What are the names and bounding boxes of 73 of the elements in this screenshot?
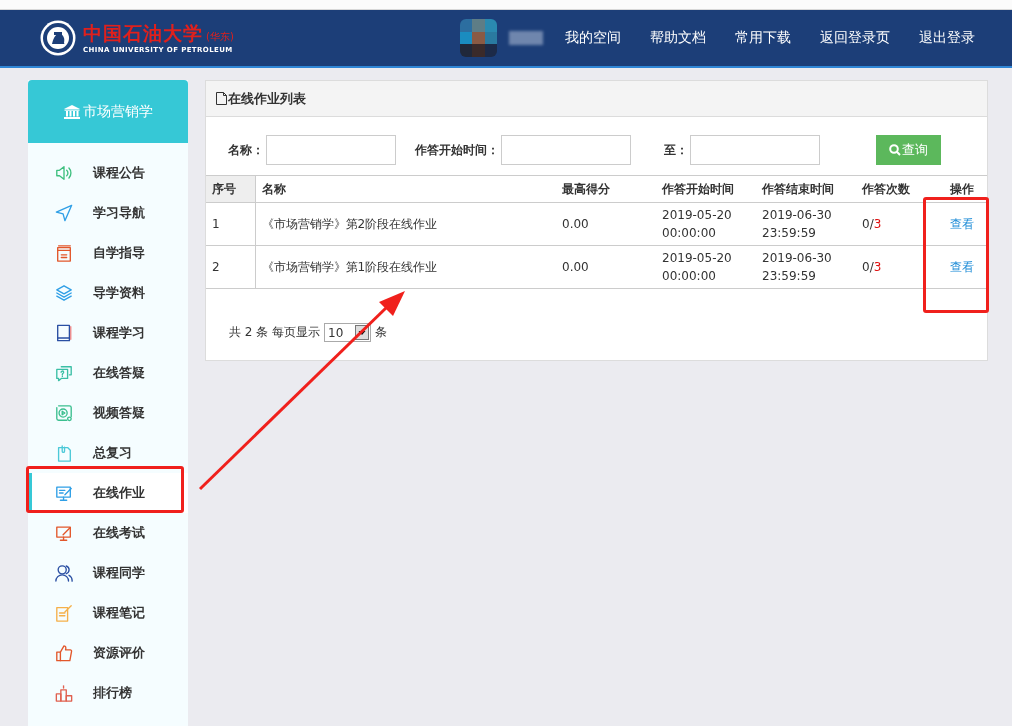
nav-link[interactable]: 常用下载 <box>735 29 791 47</box>
row-number-cell: 2 <box>206 245 255 289</box>
nav-link[interactable]: 返回登录页 <box>820 29 890 47</box>
layers-icon <box>55 284 73 302</box>
nav-link[interactable]: 退出登录 <box>919 29 975 47</box>
search-icon <box>889 144 901 156</box>
view-link[interactable]: 查看 <box>949 216 974 231</box>
start-time-text: 2019-05-20 00:00:00 <box>662 250 733 285</box>
row-number-cell: 1 <box>206 202 255 246</box>
document-icon <box>55 244 73 262</box>
note-pen-icon <box>55 604 73 622</box>
sidebar-item[interactable]: 课程同学 <box>28 553 188 593</box>
sidebar-item[interactable]: 视频答疑 <box>28 393 188 433</box>
sidebar-item[interactable]: 排行榜 <box>28 673 188 713</box>
monitor-pen-icon <box>55 484 73 502</box>
input-field[interactable] <box>266 135 396 165</box>
speaker-icon <box>55 164 73 182</box>
institution-icon <box>63 104 80 119</box>
course-title: 市场营销学 <box>82 102 153 121</box>
column-header: 序号 <box>206 175 255 203</box>
end-time-text: 2019-06-30 23:59:59 <box>762 250 833 285</box>
page-icon <box>216 92 227 105</box>
sidebar-item[interactable]: 课程公告 <box>28 153 188 193</box>
sidebar-item[interactable]: 课程笔记 <box>28 593 188 633</box>
users-icon <box>55 564 73 582</box>
blurred-username <box>509 31 543 45</box>
column-header: 作答次数 <box>856 175 936 203</box>
assignment-name-cell: 《市场营销学》第1阶段在线作业 <box>255 245 556 289</box>
view-link[interactable]: 查看 <box>949 259 974 274</box>
start-time-text: 2019-05-20 00:00:00 <box>662 207 733 242</box>
video-play-icon <box>55 404 73 422</box>
university-emblem-icon <box>40 20 76 56</box>
pixelated-avatar <box>460 19 497 57</box>
sidebar-item[interactable]: 在线答疑 <box>28 353 188 393</box>
sidebar-item[interactable]: 资源评价 <box>28 633 188 673</box>
nav-link[interactable]: 我的空间 <box>565 29 621 47</box>
thumbs-up-icon <box>55 644 73 662</box>
column-header: 名称 <box>255 175 556 203</box>
sidebar-item[interactable]: 课程学习 <box>28 313 188 353</box>
column-header: 作答开始时间 <box>656 175 756 203</box>
question-chat-icon <box>55 364 73 382</box>
attempts-count: 0/3 <box>862 217 882 231</box>
sidebar-item[interactable]: 自学指导 <box>28 233 188 273</box>
attempts-count: 0/3 <box>862 260 882 274</box>
podium-icon <box>55 684 73 702</box>
column-header: 作答结束时间 <box>756 175 856 203</box>
clipboard-icon <box>55 444 73 462</box>
input-field[interactable] <box>501 135 631 165</box>
sidebar-item[interactable]: 在线考试 <box>28 513 188 553</box>
assignment-name-cell: 《市场营销学》第2阶段在线作业 <box>255 202 556 246</box>
sidebar-item[interactable]: 在线作业 <box>28 473 188 513</box>
column-header: 最高得分 <box>556 175 656 203</box>
campus-label: (华东) <box>206 30 234 44</box>
sidebar-item[interactable]: 导学资料 <box>28 273 188 313</box>
page-size-select[interactable]: 10 <box>324 323 372 342</box>
filter-label: 名称： <box>228 141 264 159</box>
column-header: 操作 <box>936 175 987 203</box>
sidebar-item[interactable]: 总复习 <box>28 433 188 473</box>
university-name-chinese: 中国石油大学 <box>83 22 203 44</box>
navigation-arrow-icon <box>55 204 73 222</box>
best-score-cell: 0.00 <box>556 245 656 289</box>
pagination-summary: 共 2 条 每页显示 <box>229 324 321 341</box>
monitor-pen-icon <box>55 524 73 542</box>
filter-label: 作答开始时间： <box>415 141 499 159</box>
pagination-suffix: 条 <box>375 324 388 341</box>
nav-link[interactable]: 帮助文档 <box>650 29 706 47</box>
best-score-cell: 0.00 <box>556 202 656 246</box>
end-time-text: 2019-06-30 23:59:59 <box>762 207 833 242</box>
input-field[interactable] <box>690 135 820 165</box>
filter-label: 至： <box>664 141 688 159</box>
panel-title: 在线作业列表 <box>228 89 306 108</box>
sidebar-item[interactable]: 学习导航 <box>28 193 188 233</box>
book-icon <box>55 324 73 342</box>
